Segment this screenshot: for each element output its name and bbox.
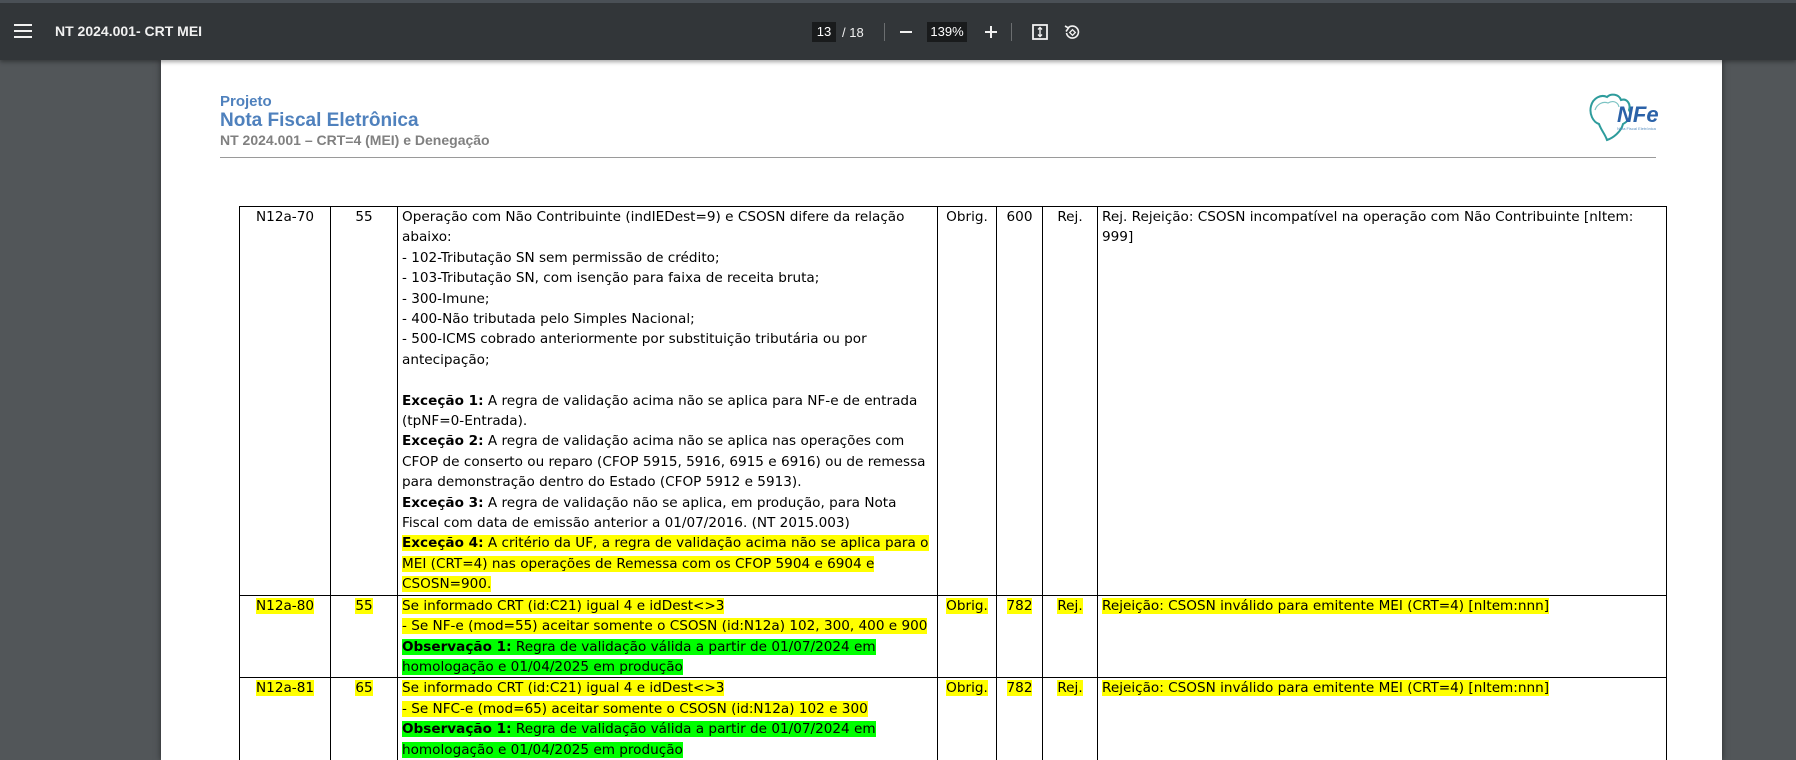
zoom-out-button[interactable] [893, 19, 919, 45]
header-title: Nota Fiscal Eletrônica [220, 110, 419, 131]
zoom-in-button[interactable] [978, 19, 1004, 45]
error-message-cell: Rejeição: CSOSN inválido para emitente M… [1097, 594, 1667, 679]
error-message-cell: Rejeição: CSOSN inválido para emitente M… [1097, 677, 1667, 760]
toolbar-divider [884, 23, 885, 41]
model-cell: 55 [330, 206, 398, 596]
error-code-cell: 600 [996, 206, 1043, 596]
table-row: N12a-70 55 Operação com Não Contribuinte… [239, 206, 1667, 596]
error-message-cell: Rej. Rejeição: CSOSN incompatível na ope… [1097, 206, 1667, 596]
effect-cell: Rej. [1042, 594, 1098, 679]
rule-description-cell: Se informado CRT (id:C21) igual 4 e idDe… [397, 594, 938, 679]
header-divider [220, 157, 1656, 158]
rotate-icon [1064, 25, 1080, 39]
zoom-level-input[interactable]: 139% [927, 22, 967, 42]
plus-icon [985, 26, 997, 38]
effect-cell: Rej. [1042, 206, 1098, 596]
obligation-cell: Obrig. [937, 677, 997, 760]
rule-id-cell: N12a-70 [239, 206, 331, 596]
rotate-button[interactable] [1059, 19, 1085, 45]
error-code-cell: 782 [996, 594, 1043, 679]
total-pages-label: / 18 [842, 24, 864, 40]
validation-rules-table: N12a-70 55 Operação com Não Contribuinte… [239, 206, 1667, 760]
error-code-cell: 782 [996, 677, 1043, 760]
toolbar-divider [1011, 23, 1012, 41]
logo-subtext: Nota Fiscal Eletrônica [1617, 126, 1657, 131]
rule-id-cell: N12a-80 [239, 594, 331, 679]
logo-text: NFe [1617, 102, 1659, 127]
rule-id-cell: N12a-81 [239, 677, 331, 760]
pdf-toolbar: NT 2024.001- CRT MEI 13 / 18 139% [0, 0, 1796, 60]
fit-page-icon [1032, 24, 1048, 40]
table-row: N12a-81 65 Se informado CRT (id:C21) igu… [239, 677, 1667, 760]
obligation-cell: Obrig. [937, 594, 997, 679]
table-row: N12a-80 55 Se informado CRT (id:C21) igu… [239, 594, 1667, 679]
model-cell: 55 [330, 594, 398, 679]
fit-to-page-button[interactable] [1027, 19, 1053, 45]
document-title: NT 2024.001- CRT MEI [55, 23, 203, 39]
obligation-cell: Obrig. [937, 206, 997, 596]
rule-description-cell: Se informado CRT (id:C21) igual 4 e idDe… [397, 677, 938, 760]
page-navigator: 13 / 18 [812, 22, 864, 42]
effect-cell: Rej. [1042, 677, 1098, 760]
minus-icon [900, 31, 912, 33]
nfe-logo: NFe Nota Fiscal Eletrônica [1589, 93, 1659, 142]
header-project-label: Projeto [220, 93, 272, 110]
rule-description-cell: Operação com Não Contribuinte (indIEDest… [397, 206, 938, 596]
current-page-input[interactable]: 13 [812, 22, 836, 42]
pdf-page: Projeto Nota Fiscal Eletrônica NT 2024.0… [161, 60, 1722, 760]
model-cell: 65 [330, 677, 398, 760]
menu-icon[interactable] [12, 21, 34, 41]
header-subtitle: NT 2024.001 – CRT=4 (MEI) e Denegação [220, 132, 490, 148]
